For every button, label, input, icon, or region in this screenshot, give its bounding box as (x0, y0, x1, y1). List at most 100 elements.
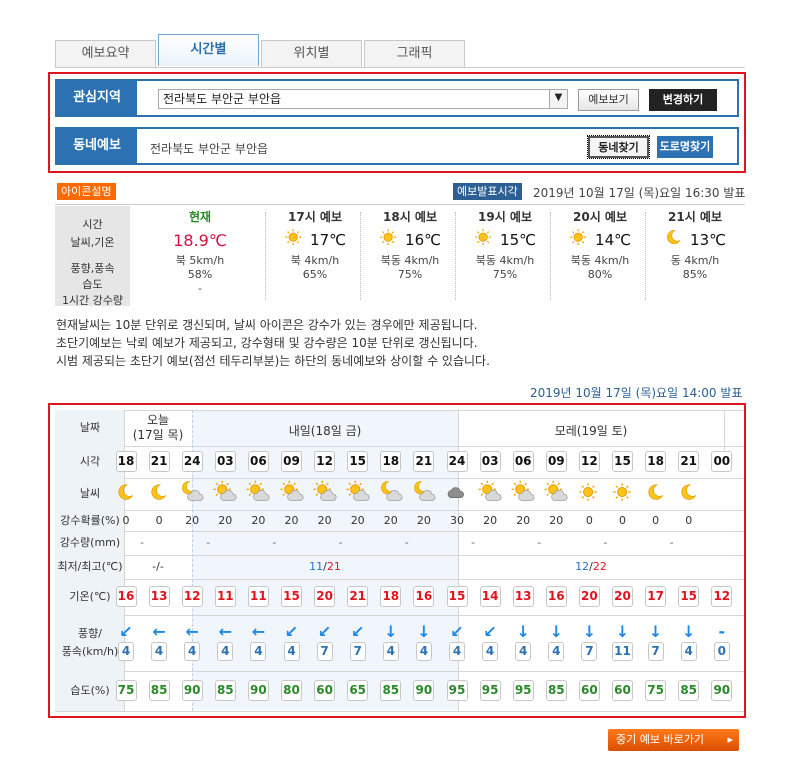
grid-line (55, 711, 744, 712)
tab-summary[interactable]: 예보요약 (55, 40, 156, 68)
mid-forecast-label: 중기 예보 바로가기 (616, 733, 704, 746)
view-forecast-button[interactable]: 예보보기 (578, 89, 639, 111)
wind-arrow-icon: - (718, 622, 726, 641)
precip-prob: 20 (483, 514, 498, 527)
moon-icon (147, 482, 171, 507)
wind-arrow-icon: ↙ (483, 622, 497, 641)
temp-cell: 11 (244, 586, 272, 607)
wind-speed: 4 (180, 642, 204, 661)
temp-cell: 20 (311, 586, 339, 607)
forecast-separator (550, 212, 551, 300)
tab-graphic[interactable]: 그래픽 (364, 40, 465, 68)
precip-prob: 20 (416, 514, 431, 527)
forecast-separator (455, 212, 456, 300)
temp-cell: 20 (609, 586, 637, 607)
wind-speed: 4 (412, 642, 436, 661)
grid-line (55, 671, 744, 672)
precip-prob: 20 (549, 514, 564, 527)
sun-icon (474, 228, 494, 252)
pcloud-moon-icon (180, 481, 204, 507)
row-label-humidity: 습도 (82, 278, 103, 291)
time-cell: 06 (509, 451, 537, 472)
humidity-cell: 80 (278, 680, 306, 701)
temp-cell: 15 (675, 586, 703, 607)
precip-prob: 20 (317, 514, 332, 527)
tab-location[interactable]: 위치별 (261, 40, 362, 68)
temp-cell: 20 (575, 586, 603, 607)
forecast-wind: 북동 4km/h (570, 254, 630, 267)
col-line (724, 410, 725, 450)
humidity-cell: 85 (377, 680, 405, 701)
arrow-right-icon: ▸ (727, 733, 733, 746)
forecast-separator (265, 212, 266, 300)
forecast-temp: 17℃ (310, 231, 346, 249)
tab-hourly[interactable]: 시간별 (158, 34, 259, 66)
forecast-wind: 동 4km/h (670, 254, 720, 267)
wind-speed: 4 (114, 642, 138, 661)
grid-line (55, 410, 744, 411)
wind-speed: 7 (346, 642, 370, 661)
wind-arrow-icon: ↓ (384, 622, 398, 641)
pcloud-moon-icon (412, 481, 436, 507)
pcloud-icon (478, 480, 502, 507)
wind-arrow-icon: ↓ (549, 622, 563, 641)
row-label-date: 날짜 (55, 410, 125, 446)
region-select-value: 전라북도 부안군 부안읍 (163, 92, 282, 106)
wind-arrow-icon: ↓ (516, 622, 530, 641)
time-cell: 18 (112, 451, 140, 472)
region-select[interactable]: 전라북도 부안군 부안읍 ▼ (158, 89, 568, 109)
temp-cell: 15 (443, 586, 471, 607)
temp-cell: 21 (344, 586, 372, 607)
change-region-button[interactable]: 변경하기 (649, 89, 717, 111)
current-wind: 북 5km/h (175, 254, 225, 267)
pcloud-icon (346, 480, 370, 507)
find-town-button[interactable]: 동네찾기 (587, 135, 650, 159)
pcloud-icon (280, 480, 304, 507)
temp-cell: 13 (145, 586, 173, 607)
precip-amount: - (206, 536, 211, 549)
humidity-cell: 90 (708, 680, 736, 701)
chevron-down-icon[interactable]: ▼ (549, 90, 567, 108)
humidity-cell: 95 (509, 680, 537, 701)
temp-cell: 13 (509, 586, 537, 607)
wind-speed: 4 (478, 642, 502, 661)
row-label-amount: 강수량(mm) (55, 531, 125, 555)
pcloud-icon (313, 480, 337, 507)
time-cell: 12 (575, 451, 603, 472)
time-cell: 15 (609, 451, 637, 472)
precip-prob: 20 (350, 514, 365, 527)
forecast-temp: 16℃ (405, 231, 441, 249)
humidity-cell: 65 (344, 680, 372, 701)
wind-arrow-icon: ↙ (284, 622, 299, 641)
temp-cell: 17 (642, 586, 670, 607)
time-cell: 00 (708, 451, 736, 472)
forecast-time: 17시 예보 (288, 210, 342, 224)
wind-arrow-icon: ↓ (681, 622, 696, 641)
mid-forecast-button[interactable]: 중기 예보 바로가기 ▸ (608, 729, 739, 751)
pcloud-icon (213, 480, 237, 507)
pcloud-icon (246, 480, 270, 507)
forecast-separator (360, 212, 361, 300)
wind-speed: 4 (511, 642, 535, 661)
time-cell: 15 (344, 451, 372, 472)
forecast-column: 18시 예보 16℃ 북동 4km/h 75% (365, 208, 455, 282)
icon-description-badge[interactable]: 아이콘설명 (57, 183, 116, 200)
moon-icon (677, 482, 701, 507)
precip-amount: - (669, 536, 674, 549)
humidity-cell: 90 (410, 680, 438, 701)
humidity-cell: 75 (642, 680, 670, 701)
forecast-humidity: 80% (587, 268, 613, 281)
forecast-temp: 15℃ (500, 231, 536, 249)
find-road-button[interactable]: 도로명찾기 (657, 136, 713, 158)
precip-prob: 20 (383, 514, 398, 527)
time-cell: 03 (211, 451, 239, 472)
current-temp: 18.9℃ (173, 230, 227, 250)
interest-region-row: 관심지역 전라북도 부안군 부안읍 ▼ 예보보기 변경하기 (55, 79, 739, 117)
forecast-time: 19시 예보 (478, 210, 532, 224)
wind-arrow-icon: ↙ (350, 622, 365, 641)
forecast-separator (645, 212, 646, 300)
time-cell: 09 (542, 451, 570, 472)
tab-divider (55, 67, 745, 68)
wind-speed: 4 (280, 642, 304, 661)
current-weather: 현재 18.9℃ 북 5km/h 58% - (155, 208, 245, 296)
